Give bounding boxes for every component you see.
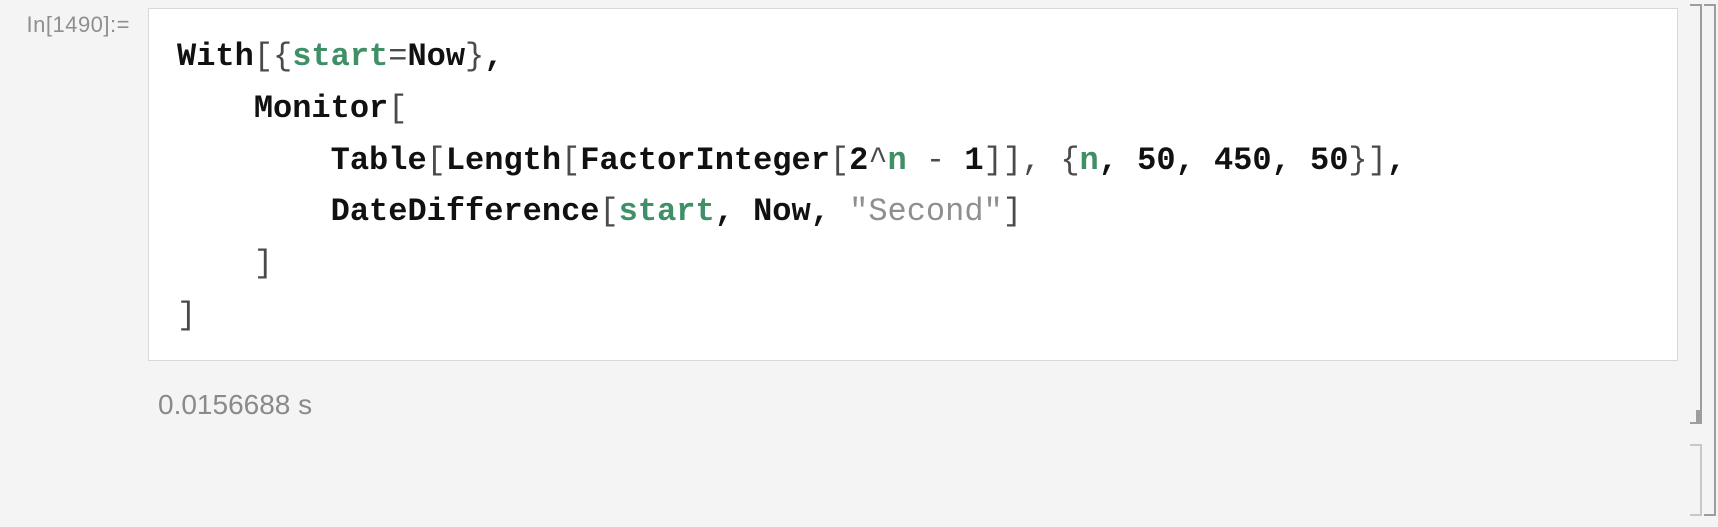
cell-bracket-monitor[interactable] — [1690, 444, 1702, 516]
tok-comma: , — [1176, 142, 1214, 179]
tok-nvar: n — [888, 142, 907, 179]
tok-comma: , — [484, 38, 503, 75]
tok-punc: [ — [427, 142, 446, 179]
input-code[interactable]: With[{start=Now}, Monitor[ Table[Length[… — [177, 31, 1649, 342]
tok-with: With — [177, 38, 254, 75]
input-cell-group: In[1490]:= With[{start=Now}, Monitor[ Ta… — [0, 8, 1718, 361]
tok-punc: ] — [177, 297, 196, 334]
tok-punc: }] — [1348, 142, 1386, 179]
tok-now: Now — [407, 38, 465, 75]
tok-punc: ] — [254, 245, 273, 282]
tok-monitor: Monitor — [254, 90, 388, 127]
tok-comma: , — [715, 193, 753, 230]
tok-one: 1 — [964, 142, 983, 179]
tok-comma: , — [1387, 142, 1406, 179]
tok-punc: [ — [599, 193, 618, 230]
tok-datediff: DateDifference — [331, 193, 600, 230]
tok-punc: [ — [388, 90, 407, 127]
tok-punc: [ — [561, 142, 580, 179]
input-code-box[interactable]: With[{start=Now}, Monitor[ Table[Length[… — [148, 8, 1678, 361]
tok-iter-b: 450 — [1214, 142, 1272, 179]
monitor-cell: 0.0156688 s — [0, 389, 1718, 421]
tok-caret: ^ — [868, 142, 887, 179]
tok-factor: FactorInteger — [580, 142, 830, 179]
tok-punc: ]], { — [984, 142, 1080, 179]
tok-punc: } — [465, 38, 484, 75]
monitor-sep — [290, 389, 298, 420]
tok-start: start — [292, 38, 388, 75]
tok-base: 2 — [849, 142, 868, 179]
tok-iter-a: 50 — [1137, 142, 1175, 179]
tok-eq: = — [388, 38, 407, 75]
tok-table: Table — [331, 142, 427, 179]
tok-comma: , — [1099, 142, 1137, 179]
tok-comma: , — [1272, 142, 1310, 179]
tok-unit: "Second" — [849, 193, 1003, 230]
tok-iter-c: 50 — [1310, 142, 1348, 179]
tok-punc: [ — [830, 142, 849, 179]
tok-minus: - — [907, 142, 965, 179]
monitor-value: 0.0156688 — [158, 389, 290, 420]
tok-punc: [{ — [254, 38, 292, 75]
tok-now2: Now — [753, 193, 811, 230]
tok-length: Length — [446, 142, 561, 179]
monitor-unit: s — [298, 389, 312, 420]
tok-punc: ] — [1003, 193, 1022, 230]
tok-start2: start — [619, 193, 715, 230]
input-cell-label: In[1490]:= — [0, 8, 148, 38]
tok-iter-n: n — [1080, 142, 1099, 179]
notebook-window: In[1490]:= With[{start=Now}, Monitor[ Ta… — [0, 0, 1718, 527]
monitor-body[interactable]: 0.0156688 s — [130, 389, 1678, 421]
tok-comma: , — [811, 193, 849, 230]
